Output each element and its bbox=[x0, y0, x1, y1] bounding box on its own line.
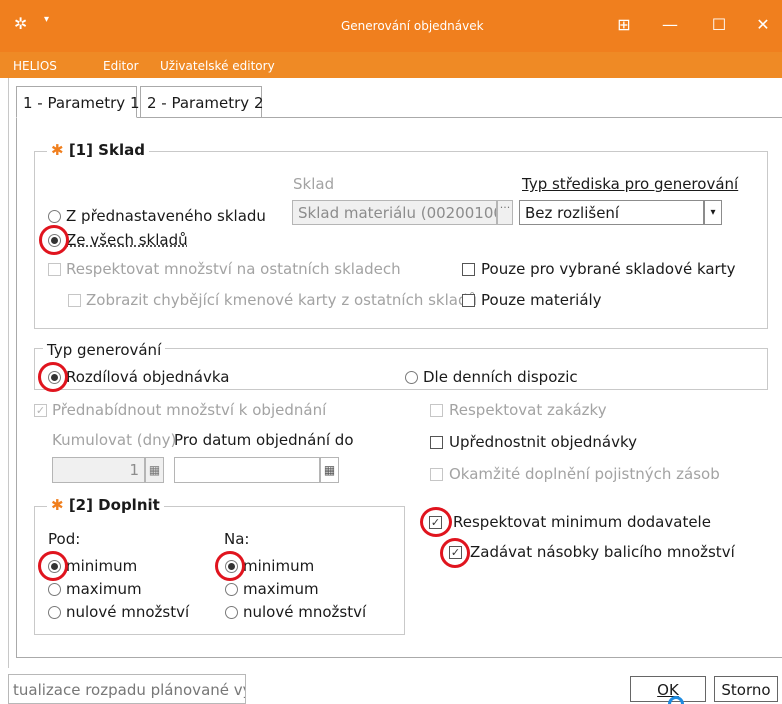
label-pod-maximum: maximum bbox=[66, 580, 142, 598]
sklad-label: Sklad bbox=[293, 175, 335, 193]
group-sklad-title: ✱ [1] Sklad bbox=[47, 141, 149, 159]
label-na-minimum: minimum bbox=[243, 557, 315, 575]
checkbox-pouze-vybrane[interactable] bbox=[462, 263, 475, 276]
annotation-circle bbox=[440, 538, 470, 568]
typ-strediska-select[interactable]: Bez rozlišení bbox=[519, 200, 704, 225]
ellipsis-button[interactable]: ··· bbox=[497, 200, 513, 225]
label-respektovat-minimum-dodavatele: Respektovat minimum dodavatele bbox=[453, 513, 711, 531]
radio-na-maximum[interactable] bbox=[225, 583, 238, 596]
label-upřednostnit-objednavky: Upřednostnit objednávky bbox=[449, 433, 638, 451]
label-pouze-vybrane: Pouze pro vybrané skladové karty bbox=[481, 260, 736, 278]
label-respektovat-zakazky: Respektovat zakázky bbox=[449, 401, 607, 419]
label-pod-minimum: minimum bbox=[66, 557, 138, 575]
sklad-field[interactable]: Sklad materiálu (00200100) bbox=[292, 200, 497, 225]
label-okamzite-doplneni: Okamžité doplnění pojistných zásob bbox=[449, 465, 720, 483]
window-title: Generování objednávek bbox=[341, 19, 484, 33]
group-doplnit-title: ✱ [2] Doplnit bbox=[47, 496, 164, 514]
cancel-button[interactable]: Storno bbox=[714, 676, 778, 702]
calculator-icon[interactable]: ▦ bbox=[145, 457, 164, 483]
radio-z-prednastaveneho[interactable] bbox=[48, 210, 61, 223]
checkbox-upřednostnit-objednavky[interactable] bbox=[430, 436, 443, 449]
menu-item-editor[interactable]: Editor bbox=[103, 59, 139, 73]
label-na-maximum: maximum bbox=[243, 580, 319, 598]
menu-item-helios[interactable]: HELIOS bbox=[13, 59, 57, 73]
radio-na-nulove[interactable] bbox=[225, 606, 238, 619]
chevron-down-icon[interactable]: ▾ bbox=[44, 14, 49, 25]
menu-item-user-editors[interactable]: Uživatelské editory bbox=[160, 59, 275, 73]
tab-parametry-1[interactable]: 1 - Parametry 1 bbox=[16, 86, 140, 118]
radio-pod-maximum[interactable] bbox=[48, 583, 61, 596]
label-z-prednastaveneho: Z přednastaveného skladu bbox=[66, 207, 266, 225]
minimize-icon[interactable]: — bbox=[657, 15, 683, 34]
annotation-circle bbox=[420, 507, 452, 537]
checkbox-respektovat-mnozstvi[interactable] bbox=[48, 263, 61, 276]
calendar-icon[interactable]: ▦ bbox=[320, 457, 339, 483]
pro-datum-field[interactable] bbox=[174, 457, 320, 483]
group-typ-generovani-title: Typ generování bbox=[43, 341, 166, 359]
label-dle-dennich-dispozic: Dle denních dispozic bbox=[423, 368, 578, 386]
radio-pod-nulove[interactable] bbox=[48, 606, 61, 619]
label-pouze-materialy: Pouze materiály bbox=[481, 291, 602, 309]
checkbox-okamzite-doplneni[interactable] bbox=[430, 468, 443, 481]
label-rozdilova-objednavka: Rozdílová objednávka bbox=[66, 368, 230, 386]
annotation-circle bbox=[215, 551, 245, 581]
checkbox-prednabidnout[interactable]: ✓ bbox=[34, 404, 47, 417]
layout-icon[interactable]: ⊞ bbox=[611, 15, 637, 34]
status-field[interactable]: tualizace rozpadu plánované výro bbox=[8, 674, 246, 704]
label-prednabidnout: Přednabídnout množství k objednání bbox=[52, 401, 327, 419]
checkbox-zobrazit-chybejici[interactable] bbox=[68, 294, 81, 307]
pro-datum-label: Pro datum objednání do bbox=[174, 431, 354, 449]
annotation-circle bbox=[38, 551, 68, 581]
label-zadavat-nasobky: Zadávat násobky balicího množství bbox=[470, 543, 735, 561]
pod-label: Pod: bbox=[48, 530, 81, 548]
annotation-circle bbox=[39, 225, 69, 255]
checkbox-respektovat-zakazky[interactable] bbox=[430, 404, 443, 417]
maximize-icon[interactable]: ☐ bbox=[706, 15, 732, 34]
radio-dle-dennich-dispozic[interactable] bbox=[405, 371, 418, 384]
checkbox-pouze-materialy[interactable] bbox=[462, 294, 475, 307]
tab-parametry-2[interactable]: 2 - Parametry 2 bbox=[140, 86, 264, 118]
label-zobrazit-chybejici: Zobrazit chybějící kmenové karty z ostat… bbox=[86, 291, 477, 309]
kumulovat-label: Kumulovat (dny) bbox=[52, 431, 177, 449]
annotation-circle bbox=[38, 362, 68, 392]
na-label: Na: bbox=[224, 530, 250, 548]
close-icon[interactable]: ✕ bbox=[750, 15, 776, 34]
label-pod-nulove: nulové množství bbox=[66, 603, 190, 621]
label-ze-vsech-skladu: Ze všech skladů bbox=[66, 231, 188, 249]
kumulovat-field[interactable]: 1 bbox=[52, 457, 145, 483]
ok-button[interactable]: OK bbox=[630, 676, 706, 702]
helios-flower-icon[interactable]: ✲ bbox=[14, 14, 27, 33]
star-icon: ✱ bbox=[51, 141, 64, 159]
typ-strediska-label: Typ střediska pro generování bbox=[522, 175, 739, 193]
label-na-nulove: nulové množství bbox=[243, 603, 367, 621]
label-respektovat-mnozstvi: Respektovat množství na ostatních sklade… bbox=[66, 260, 401, 278]
chevron-down-icon[interactable]: ▾ bbox=[704, 200, 722, 225]
star-icon: ✱ bbox=[51, 496, 64, 514]
